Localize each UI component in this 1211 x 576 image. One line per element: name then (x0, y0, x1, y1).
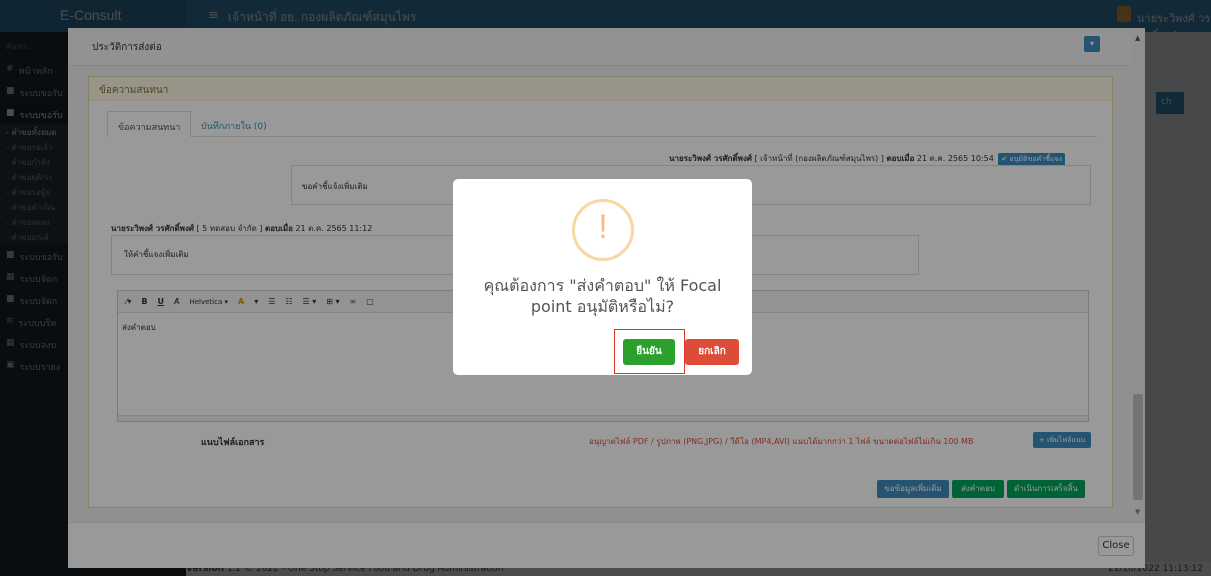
confirm-message-line-1: คุณต้องการ "ส่งคำตอบ" ให้ Focal (483, 276, 722, 295)
confirm-dialog: ! คุณต้องการ "ส่งคำตอบ" ให้ Focal point … (453, 179, 752, 375)
cancel-button[interactable]: ยกเลิก (685, 339, 739, 365)
exclamation-icon: ! (598, 208, 608, 246)
confirm-message: คุณต้องการ "ส่งคำตอบ" ให้ Focal point อน… (453, 275, 752, 317)
confirm-button[interactable]: ยืนยัน (623, 339, 675, 365)
warning-icon: ! (572, 199, 634, 261)
confirm-message-line-2: point อนุมัติหรือไม่? (530, 297, 675, 316)
